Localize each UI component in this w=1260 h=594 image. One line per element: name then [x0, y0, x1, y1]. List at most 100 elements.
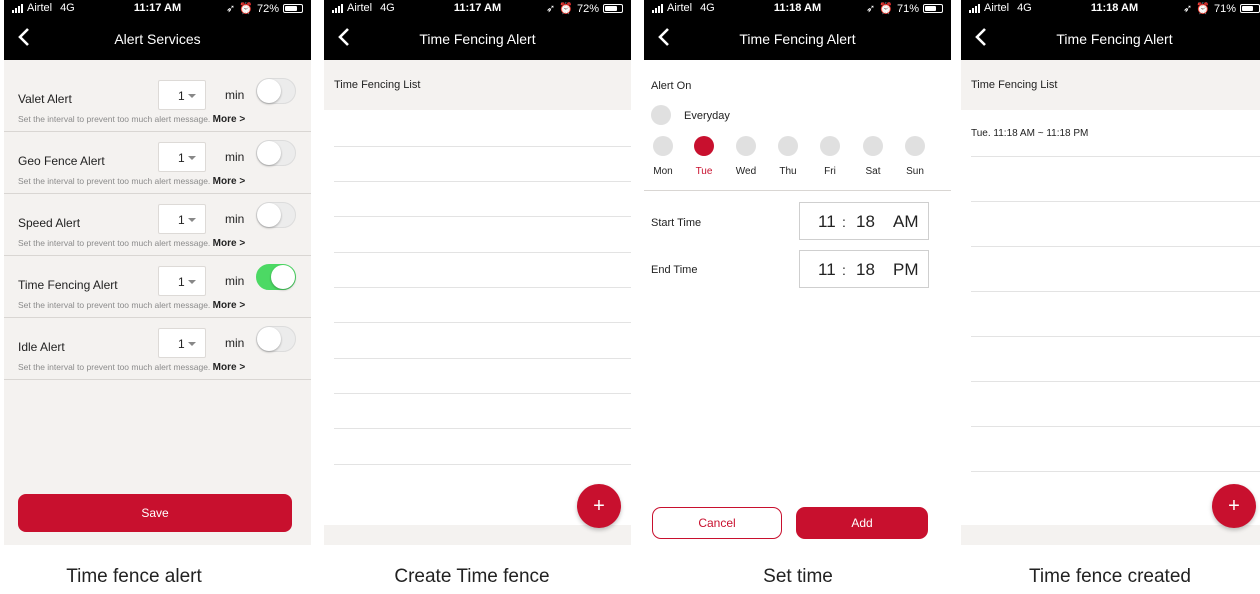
chevron-down-icon: [188, 94, 196, 98]
nav-bar: Time Fencing Alert: [961, 18, 1260, 60]
divider: [644, 190, 951, 191]
list-divider: [334, 393, 631, 394]
time-fence-list: [324, 110, 631, 525]
list-divider: [334, 464, 631, 465]
list-divider: [334, 287, 631, 288]
start-hour: 11: [818, 212, 836, 231]
caption-time-fence-created: Time fence created: [1029, 566, 1191, 587]
caption-set-time: Set time: [763, 566, 833, 587]
list-header: Time Fencing List: [324, 60, 631, 110]
time-fence-created-screen: Airtel 4G 11:18 AM ➶ ⏰ 71% Time Fencing Ale…: [961, 0, 1260, 545]
alert-name: Idle Alert: [18, 340, 65, 354]
more-link[interactable]: More >: [213, 114, 246, 125]
everyday-radio[interactable]: [651, 105, 671, 125]
day-radio-sat[interactable]: [863, 136, 883, 156]
day-radio-wed[interactable]: [736, 136, 756, 156]
set-time-screen: Airtel 4G 11:18 AM ➶ ⏰ 71% Time Fencing Ale…: [644, 0, 951, 545]
battery-icon: [603, 4, 623, 13]
chevron-down-icon: [188, 156, 196, 160]
battery-percent: 71%: [1213, 2, 1236, 15]
start-time-picker[interactable]: 11 : 18 AM: [799, 202, 929, 240]
alarm-icon: ⏰: [1196, 3, 1210, 15]
list-divider: [334, 428, 631, 429]
alert-services-screen: Airtel 4G 11:17 AM ➶ ⏰ 72% Alert Services V…: [4, 0, 311, 545]
time-separator: :: [842, 262, 846, 278]
alert-name: Geo Fence Alert: [18, 154, 105, 168]
time-separator: :: [842, 214, 846, 230]
day-radio-fri[interactable]: [820, 136, 840, 156]
interval-select[interactable]: 1: [158, 328, 206, 358]
more-link[interactable]: More >: [213, 300, 246, 311]
interval-unit: min: [225, 274, 245, 288]
add-time-fence-button[interactable]: +: [577, 484, 621, 528]
more-link[interactable]: More >: [213, 238, 246, 249]
cancel-button[interactable]: Cancel: [652, 507, 782, 539]
battery-percent: 71%: [896, 2, 919, 15]
day-radio-mon[interactable]: [653, 136, 673, 156]
interval-select[interactable]: 1: [158, 266, 206, 296]
status-bar: Airtel 4G 11:17 AM ➶ ⏰ 72%: [4, 0, 311, 18]
alert-toggle[interactable]: [256, 202, 296, 228]
nav-bar: Time Fencing Alert: [644, 18, 951, 60]
end-time-picker[interactable]: 11 : 18 PM: [799, 250, 929, 288]
end-minute: 18: [856, 260, 875, 279]
end-ampm: PM: [893, 260, 919, 279]
list-divider: [971, 201, 1260, 202]
alarm-icon: ⏰: [559, 3, 573, 15]
list-divider: [971, 381, 1260, 382]
alert-row-idle: Idle Alert 1 min Set the interval to pre…: [4, 318, 311, 380]
alert-name: Valet Alert: [18, 92, 72, 106]
interval-unit: min: [225, 336, 245, 350]
alert-toggle[interactable]: [256, 264, 296, 290]
chevron-down-icon: [188, 280, 196, 284]
list-item[interactable]: Tue. 11:18 AM ~ 11:18 PM: [971, 128, 1088, 139]
everyday-label: Everyday: [684, 110, 730, 122]
more-link[interactable]: More >: [213, 362, 246, 373]
page-title: Time Fencing Alert: [419, 31, 536, 47]
add-button[interactable]: Add: [796, 507, 928, 539]
alert-row-speed: Speed Alert 1 min Set the interval to pr…: [4, 194, 311, 256]
page-title: Alert Services: [114, 31, 201, 47]
interval-select[interactable]: 1: [158, 80, 206, 110]
day-label-thu: Thu: [779, 166, 797, 177]
list-divider: [334, 322, 631, 323]
nav-bar: Alert Services: [4, 18, 311, 60]
page-title: Time Fencing Alert: [1056, 31, 1173, 47]
alert-row-geo-fence: Geo Fence Alert 1 min Set the interval t…: [4, 132, 311, 194]
day-label-tue: Tue: [695, 166, 713, 177]
status-bar: Airtel 4G 11:18 AM ➶ ⏰ 71%: [644, 0, 951, 18]
start-ampm: AM: [893, 212, 919, 231]
day-label-wed: Wed: [735, 166, 757, 177]
day-radio-tue[interactable]: [694, 136, 714, 156]
time-fence-list: Tue. 11:18 AM ~ 11:18 PM: [961, 110, 1260, 525]
day-radio-thu[interactable]: [778, 136, 798, 156]
alarm-icon: ⏰: [879, 3, 893, 15]
page-title: Time Fencing Alert: [739, 31, 856, 47]
alert-row-valet: Valet Alert 1 min Set the interval to pr…: [4, 70, 311, 132]
alert-description: Set the interval to prevent too much ale…: [18, 238, 246, 249]
day-radio-sun[interactable]: [905, 136, 925, 156]
day-label-fri: Fri: [824, 166, 836, 177]
day-label-sun: Sun: [906, 166, 924, 177]
alert-toggle[interactable]: [256, 140, 296, 166]
list-divider: [334, 252, 631, 253]
location-icon: ➶: [546, 3, 556, 15]
chevron-down-icon: [188, 218, 196, 222]
more-link[interactable]: More >: [213, 176, 246, 187]
list-divider: [334, 216, 631, 217]
interval-select[interactable]: 1: [158, 142, 206, 172]
add-time-fence-button[interactable]: +: [1212, 484, 1256, 528]
battery-icon: [923, 4, 943, 13]
save-button[interactable]: Save: [18, 494, 292, 532]
list-divider: [971, 156, 1260, 157]
alert-description: Set the interval to prevent too much ale…: [18, 300, 246, 311]
alert-description: Set the interval to prevent too much ale…: [18, 362, 246, 373]
interval-select[interactable]: 1: [158, 204, 206, 234]
alert-toggle[interactable]: [256, 326, 296, 352]
battery-percent: 72%: [576, 2, 599, 15]
interval-unit: min: [225, 212, 245, 226]
alert-toggle[interactable]: [256, 78, 296, 104]
status-bar: Airtel 4G 11:18 AM ➶ ⏰ 71%: [961, 0, 1260, 18]
list-divider: [971, 291, 1260, 292]
start-minute: 18: [856, 212, 875, 231]
